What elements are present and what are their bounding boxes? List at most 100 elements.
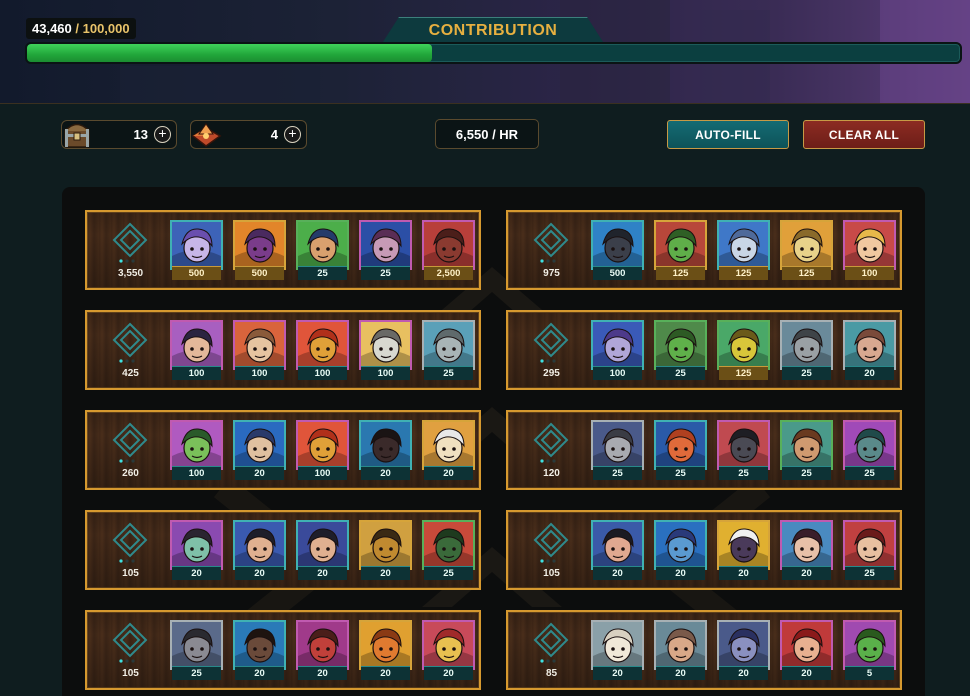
slot-panel[interactable]: 975 500 125 125 125 100 bbox=[506, 210, 902, 290]
hero-card[interactable]: 25 bbox=[780, 320, 833, 380]
slot-cards: 100 20 100 20 20 bbox=[170, 420, 475, 480]
hero-portrait-icon bbox=[782, 222, 831, 268]
hero-card[interactable]: 500 bbox=[591, 220, 644, 280]
hero-card[interactable]: 20 bbox=[296, 620, 349, 680]
hero-card[interactable]: 20 bbox=[359, 420, 412, 480]
auto-fill-button[interactable]: AUTO-FILL bbox=[667, 120, 789, 149]
hero-card[interactable]: 25 bbox=[654, 320, 707, 380]
hero-portrait-icon bbox=[235, 522, 284, 568]
hero-card[interactable]: 20 bbox=[233, 420, 286, 480]
hero-card-value: 500 bbox=[593, 266, 642, 280]
hero-portrait-icon bbox=[719, 422, 768, 468]
hero-card-art bbox=[359, 520, 412, 570]
hero-portrait-icon bbox=[719, 322, 768, 368]
hero-card[interactable]: 20 bbox=[591, 620, 644, 680]
hero-card-art bbox=[717, 320, 770, 370]
hero-card[interactable]: 20 bbox=[359, 520, 412, 580]
add-chest-button[interactable]: + bbox=[154, 126, 171, 143]
hero-card[interactable]: 20 bbox=[654, 520, 707, 580]
hero-card[interactable]: 25 bbox=[780, 420, 833, 480]
hero-card[interactable]: 20 bbox=[780, 620, 833, 680]
slot-panel[interactable]: 105 25 20 20 20 20 bbox=[85, 610, 481, 690]
hero-card[interactable]: 100 bbox=[233, 320, 286, 380]
hero-card-art bbox=[296, 620, 349, 670]
hero-card[interactable]: 20 bbox=[233, 520, 286, 580]
hero-portrait-icon bbox=[845, 422, 894, 468]
hero-card-value: 25 bbox=[845, 566, 894, 580]
hero-card[interactable]: 25 bbox=[422, 320, 475, 380]
hero-card[interactable]: 25 bbox=[170, 620, 223, 680]
slot-panel[interactable]: 3,550 500 500 25 25 2,500 bbox=[85, 210, 481, 290]
hero-card[interactable]: 20 bbox=[359, 620, 412, 680]
rank-diamond-icon bbox=[112, 522, 148, 563]
hero-card[interactable]: 20 bbox=[843, 320, 896, 380]
hero-card[interactable]: 500 bbox=[233, 220, 286, 280]
hero-card[interactable]: 100 bbox=[170, 420, 223, 480]
hero-card-art bbox=[843, 620, 896, 670]
hero-card[interactable]: 100 bbox=[170, 320, 223, 380]
hero-card-value: 25 bbox=[298, 266, 347, 280]
slot-panel[interactable]: 295 100 25 125 25 20 bbox=[506, 310, 902, 390]
hero-card[interactable]: 125 bbox=[654, 220, 707, 280]
hero-card[interactable]: 20 bbox=[422, 620, 475, 680]
add-crate-button[interactable]: + bbox=[284, 126, 301, 143]
hero-card[interactable]: 125 bbox=[717, 220, 770, 280]
clear-all-button[interactable]: CLEAR ALL bbox=[803, 120, 925, 149]
hero-card[interactable]: 125 bbox=[780, 220, 833, 280]
hero-card[interactable]: 100 bbox=[359, 320, 412, 380]
slot-panel[interactable]: 105 20 20 20 20 25 bbox=[85, 510, 481, 590]
hero-card-art bbox=[296, 320, 349, 370]
hero-card[interactable]: 20 bbox=[591, 520, 644, 580]
hero-card-value: 25 bbox=[172, 666, 221, 680]
hero-card[interactable]: 20 bbox=[422, 420, 475, 480]
hero-card[interactable]: 20 bbox=[780, 520, 833, 580]
hero-portrait-icon bbox=[845, 322, 894, 368]
hero-card[interactable]: 25 bbox=[359, 220, 412, 280]
slot-panel[interactable]: 85 20 20 20 20 5 bbox=[506, 610, 902, 690]
hero-card[interactable]: 25 bbox=[422, 520, 475, 580]
hero-card[interactable]: 100 bbox=[296, 420, 349, 480]
hero-card[interactable]: 20 bbox=[717, 620, 770, 680]
hero-card[interactable]: 20 bbox=[233, 620, 286, 680]
hero-card[interactable]: 25 bbox=[296, 220, 349, 280]
hero-card[interactable]: 25 bbox=[717, 420, 770, 480]
hero-card-art bbox=[233, 520, 286, 570]
hero-portrait-icon bbox=[782, 622, 831, 668]
hero-card[interactable]: 100 bbox=[296, 320, 349, 380]
hero-card[interactable]: 2,500 bbox=[422, 220, 475, 280]
hero-card[interactable]: 25 bbox=[843, 420, 896, 480]
hero-card[interactable]: 100 bbox=[591, 320, 644, 380]
hero-card-art bbox=[170, 420, 223, 470]
slot-panel[interactable]: 425 100 100 100 100 25 bbox=[85, 310, 481, 390]
hero-card[interactable]: 125 bbox=[717, 320, 770, 380]
hero-card[interactable]: 25 bbox=[654, 420, 707, 480]
hero-card[interactable]: 20 bbox=[654, 620, 707, 680]
slot-panel[interactable]: 105 20 20 20 20 25 bbox=[506, 510, 902, 590]
hero-card-value: 500 bbox=[235, 266, 284, 280]
hero-card-value: 25 bbox=[845, 466, 894, 480]
hero-portrait-icon bbox=[172, 522, 221, 568]
hero-card[interactable]: 20 bbox=[170, 520, 223, 580]
hero-portrait-icon bbox=[593, 322, 642, 368]
hero-card[interactable]: 100 bbox=[843, 220, 896, 280]
hero-portrait-icon bbox=[172, 322, 221, 368]
hero-card-value: 25 bbox=[656, 366, 705, 380]
hero-card[interactable]: 500 bbox=[170, 220, 223, 280]
hero-card[interactable]: 25 bbox=[591, 420, 644, 480]
hero-card-art bbox=[780, 520, 833, 570]
hero-card-art bbox=[654, 620, 707, 670]
hero-portrait-icon bbox=[782, 422, 831, 468]
hero-card[interactable]: 25 bbox=[843, 520, 896, 580]
hero-card[interactable]: 20 bbox=[296, 520, 349, 580]
hero-card-value: 20 bbox=[424, 666, 473, 680]
hero-portrait-icon bbox=[424, 222, 473, 268]
slot-panel[interactable]: 120 25 25 25 25 25 bbox=[506, 410, 902, 490]
slot-cards: 100 100 100 100 25 bbox=[170, 320, 475, 380]
hero-portrait-icon bbox=[172, 422, 221, 468]
hero-portrait-icon bbox=[235, 322, 284, 368]
slot-panel[interactable]: 260 100 20 100 20 20 bbox=[85, 410, 481, 490]
hero-card[interactable]: 5 bbox=[843, 620, 896, 680]
hero-card-value: 20 bbox=[782, 666, 831, 680]
hero-portrait-icon bbox=[845, 522, 894, 568]
hero-card[interactable]: 20 bbox=[717, 520, 770, 580]
